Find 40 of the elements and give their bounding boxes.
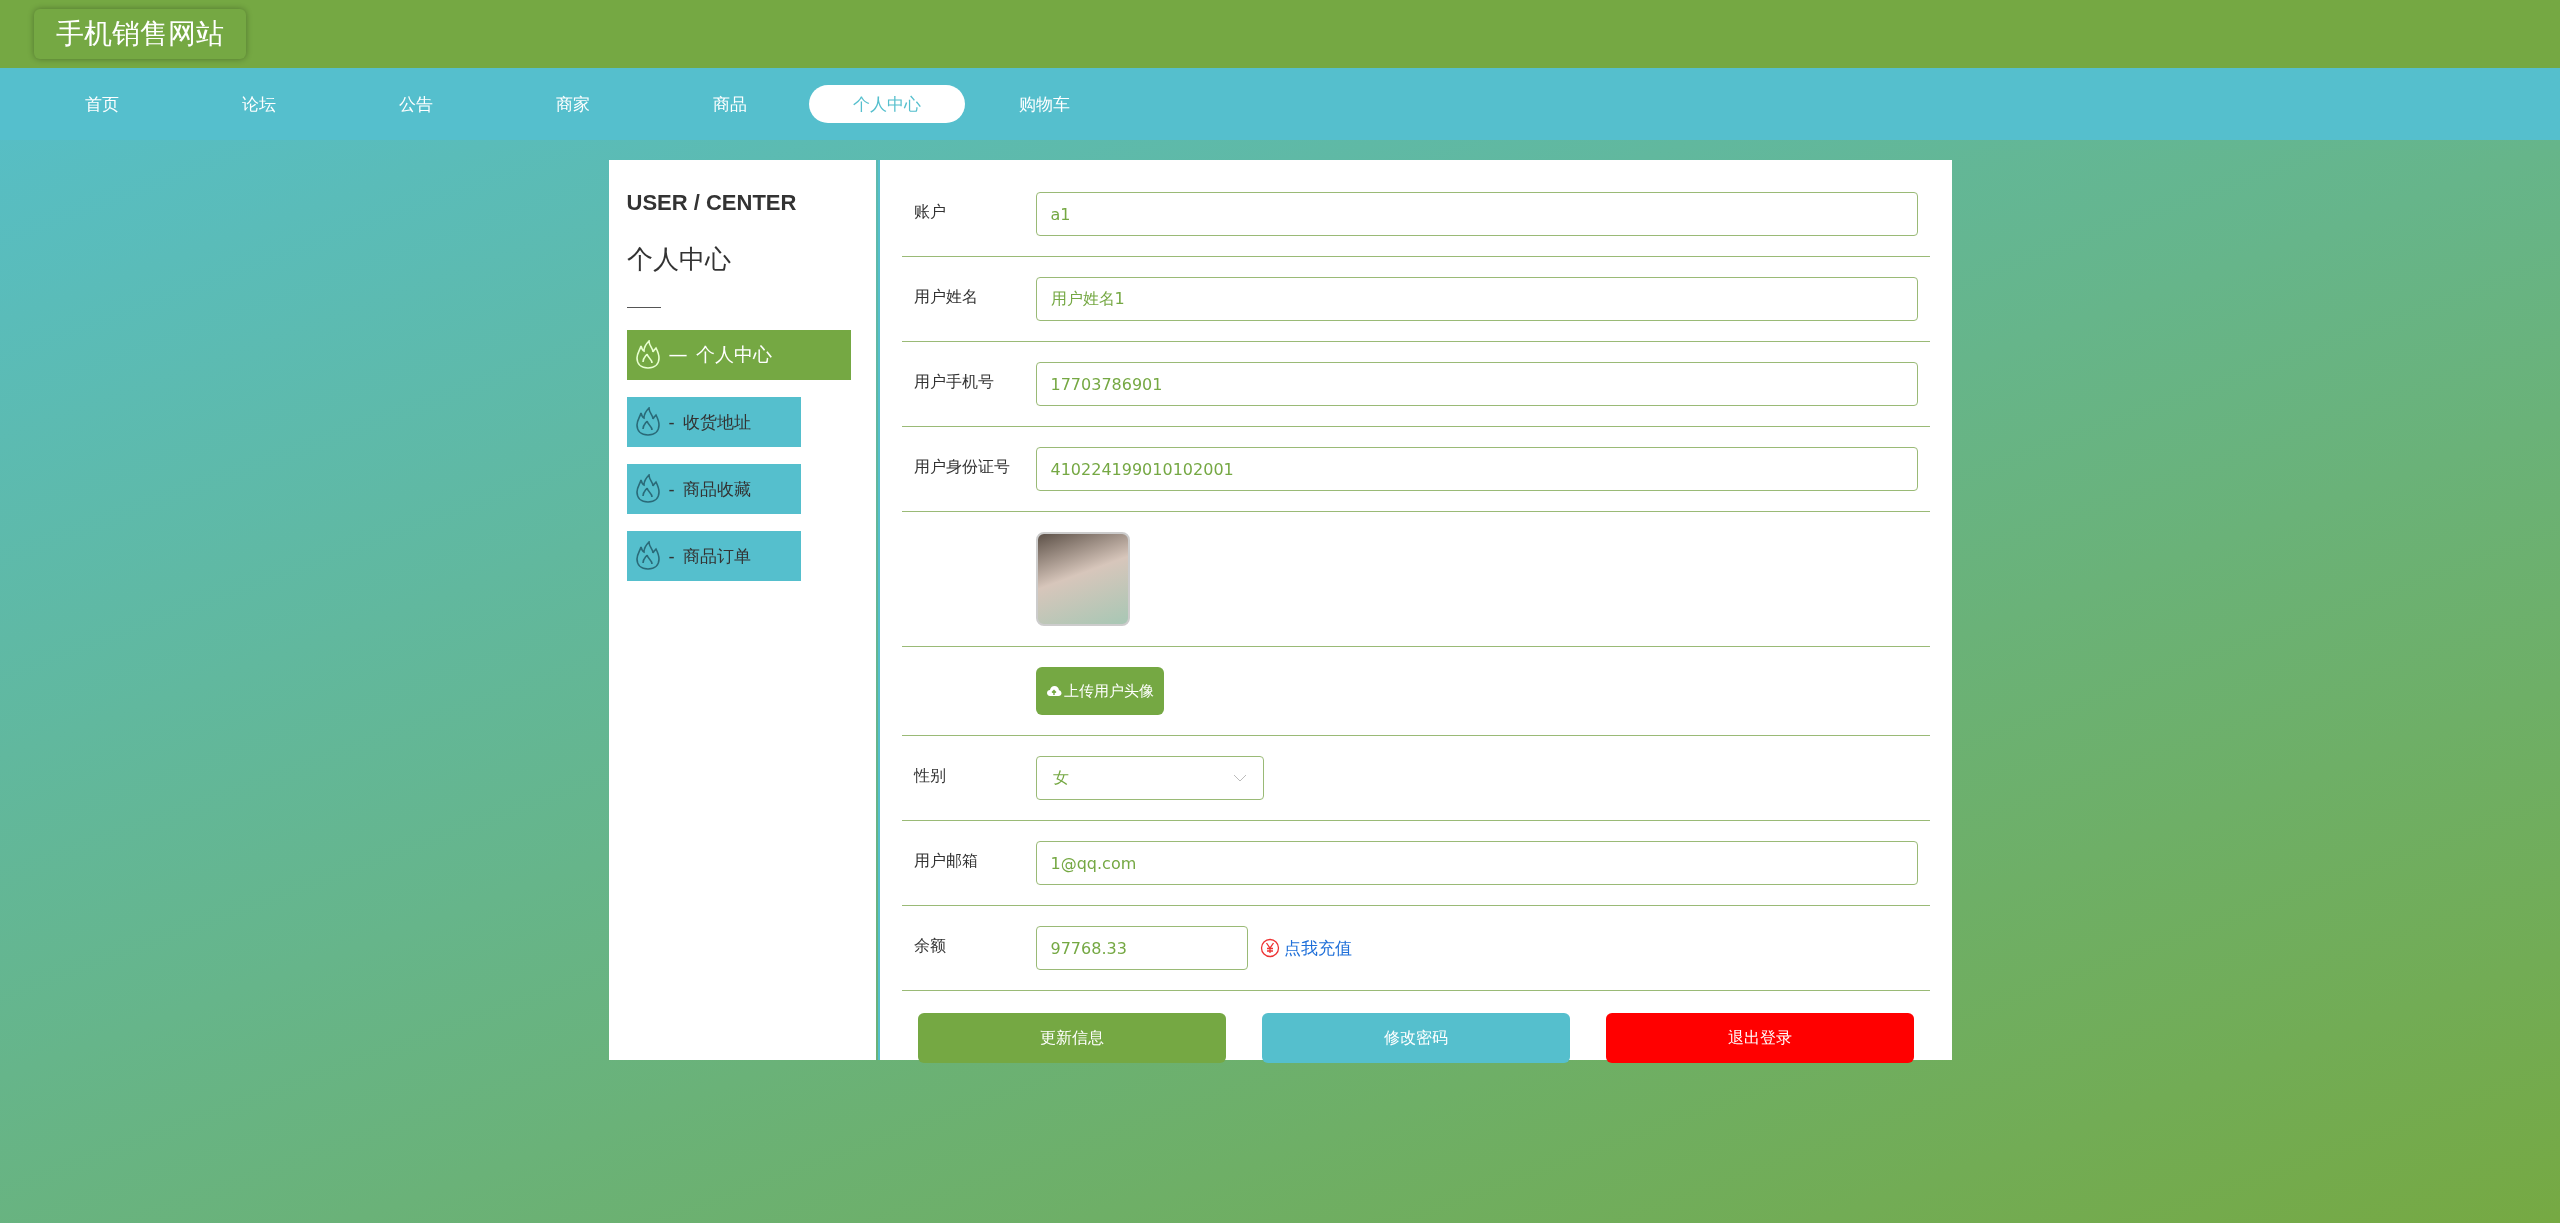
nav-tab[interactable]: 购物车 bbox=[966, 85, 1122, 123]
sidebar-menu-item[interactable]: - 商品收藏 bbox=[626, 464, 801, 514]
field-label: 性别 bbox=[913, 765, 947, 787]
nav-tab[interactable]: 个人中心 bbox=[809, 85, 965, 123]
text-field[interactable]: 用户姓名1 bbox=[1035, 277, 1918, 321]
flame-icon bbox=[634, 407, 661, 437]
recharge-link[interactable]: 点我充值 bbox=[1283, 936, 1352, 960]
text-field[interactable]: 1@qq.com bbox=[1035, 841, 1918, 885]
balance-field[interactable]: 97768.33 bbox=[1035, 926, 1248, 970]
field-label: 余额 bbox=[913, 935, 947, 957]
nav-tab[interactable]: 商家 bbox=[495, 85, 651, 123]
cloud-upload-icon bbox=[1045, 685, 1062, 697]
field-label: 用户手机号 bbox=[913, 371, 995, 393]
nav-tab[interactable]: 论坛 bbox=[181, 85, 337, 123]
text-field[interactable]: 17703786901 bbox=[1035, 362, 1918, 406]
sidebar-heading: 个人中心 bbox=[626, 243, 732, 276]
sidebar-heading-en: USER / CENTER bbox=[626, 190, 798, 216]
nav-tab[interactable]: 首页 bbox=[24, 85, 180, 123]
yen-coin-icon bbox=[1259, 938, 1280, 958]
sidebar-menu-item[interactable]: - 收货地址 bbox=[626, 397, 801, 447]
action-button[interactable]: 修改密码 bbox=[1261, 1013, 1570, 1063]
site-logo[interactable]: 手机销售网站 bbox=[34, 9, 246, 59]
flame-icon bbox=[634, 340, 661, 370]
flame-icon bbox=[634, 541, 661, 571]
upload-avatar-button[interactable]: 上传用户头像 bbox=[1035, 667, 1164, 715]
field-label: 用户姓名 bbox=[913, 286, 979, 308]
gender-select[interactable]: 女 bbox=[1035, 756, 1264, 800]
sidebar-menu-item[interactable]: - 商品订单 bbox=[626, 531, 801, 581]
field-label: 用户身份证号 bbox=[913, 456, 1011, 478]
text-field[interactable]: 410224199010102001 bbox=[1035, 447, 1918, 491]
nav-tab[interactable]: 商品 bbox=[652, 85, 808, 123]
text-field[interactable]: a1 bbox=[1035, 192, 1918, 236]
field-label: 账户 bbox=[913, 201, 947, 223]
chevron-down-icon bbox=[1232, 774, 1247, 782]
sidebar-menu-item[interactable]: — 个人中心 bbox=[626, 330, 851, 380]
field-label: 用户邮箱 bbox=[913, 850, 979, 872]
action-button[interactable]: 退出登录 bbox=[1605, 1013, 1914, 1063]
nav-tab[interactable]: 公告 bbox=[338, 85, 494, 123]
action-button[interactable]: 更新信息 bbox=[917, 1013, 1226, 1063]
flame-icon bbox=[634, 474, 661, 504]
